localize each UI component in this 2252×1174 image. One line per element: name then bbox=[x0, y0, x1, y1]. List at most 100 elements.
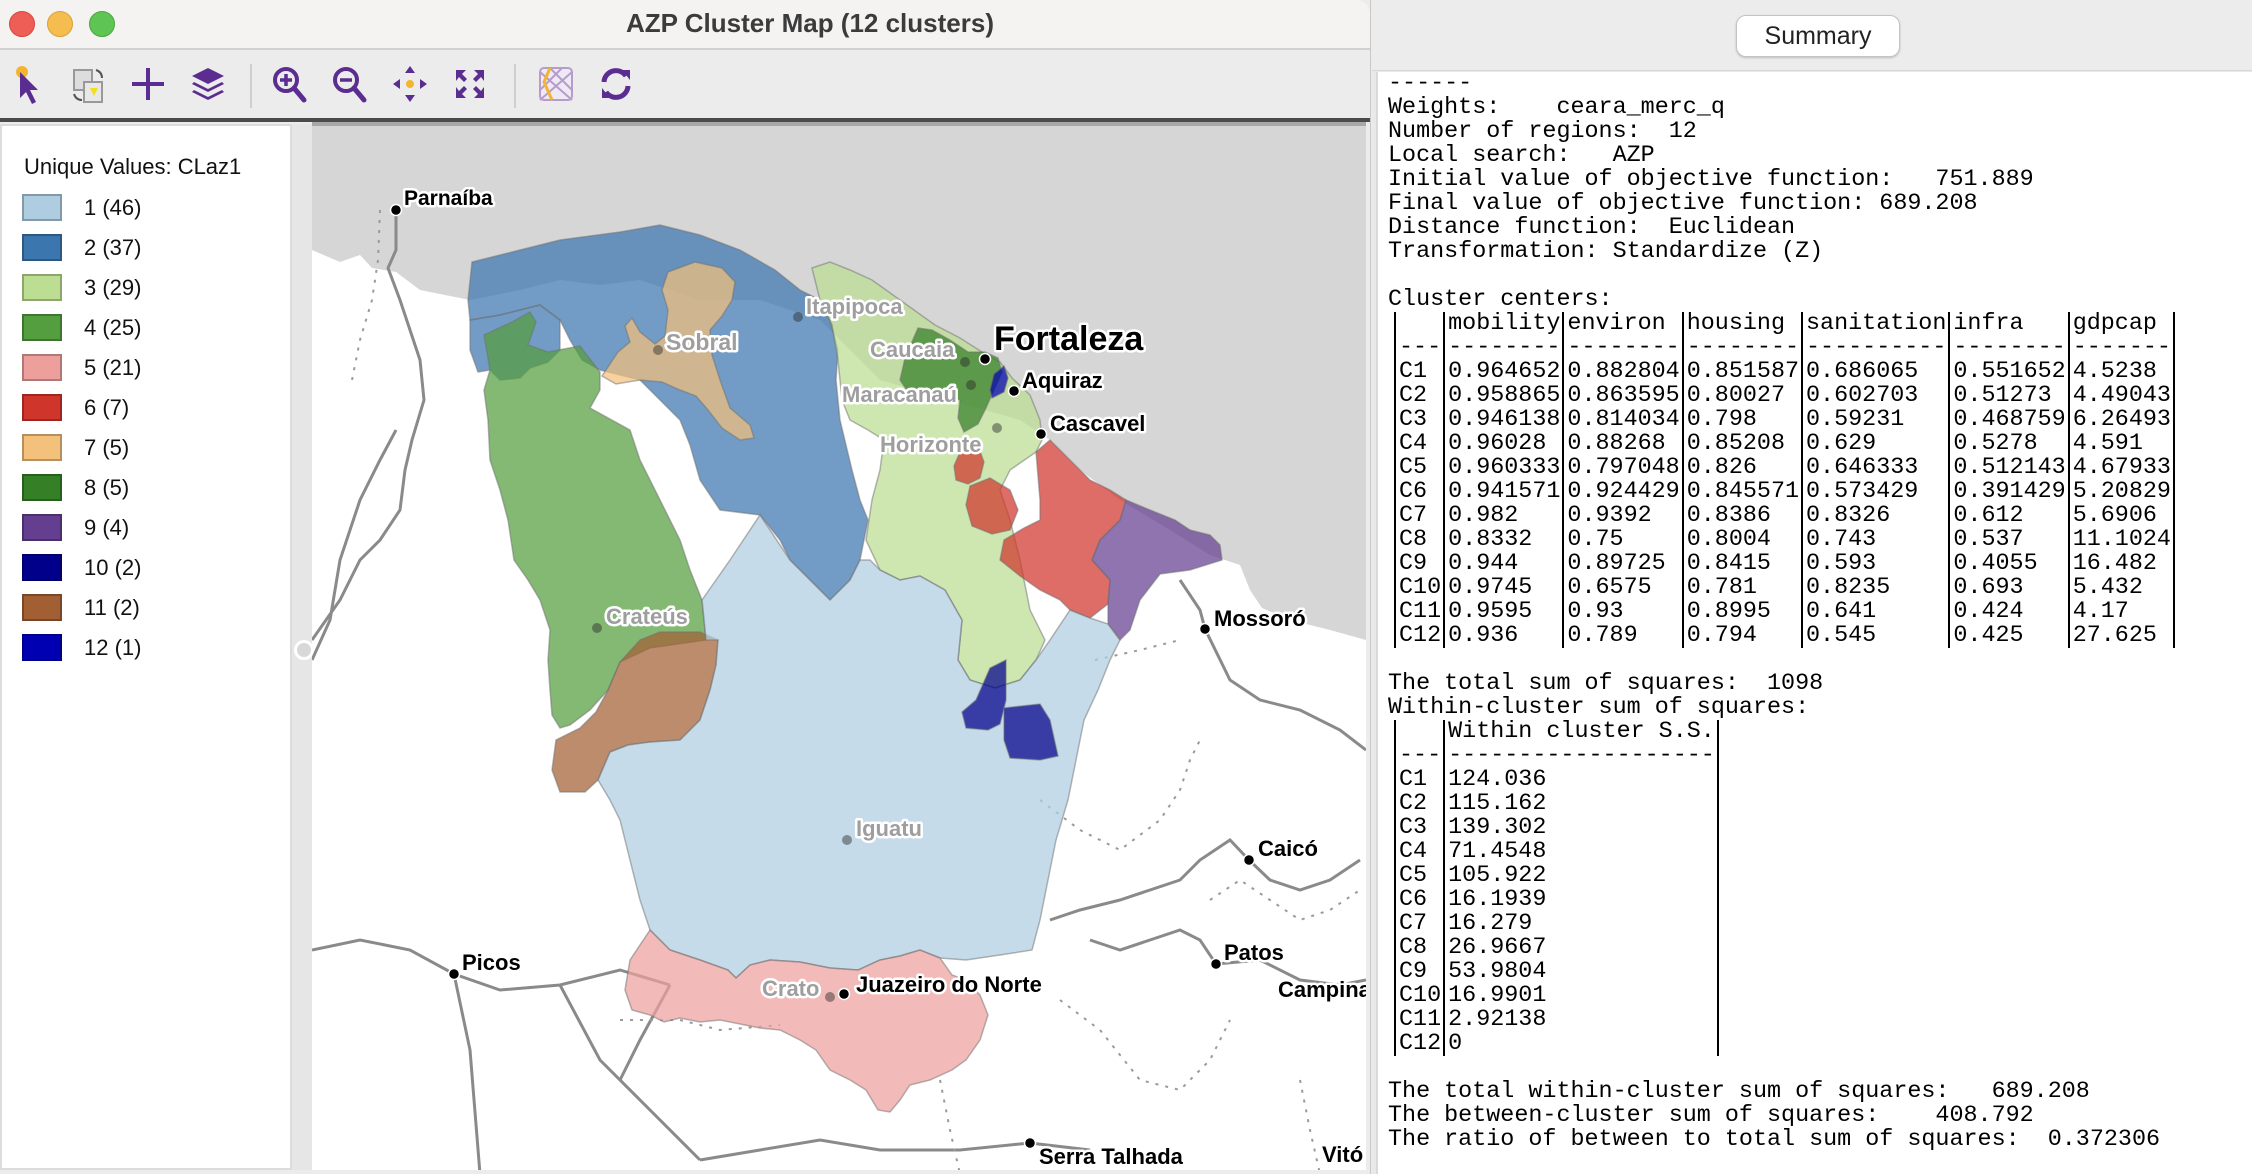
legend-swatch bbox=[22, 594, 62, 621]
table-cell: 0.845571 bbox=[1681, 480, 1803, 504]
table-cell: 4.5238 bbox=[2067, 360, 2175, 384]
legend-item-cluster-10[interactable]: 10 (2) bbox=[22, 554, 272, 584]
legend-item-cluster-9[interactable]: 9 (4) bbox=[22, 514, 272, 544]
legend-item-cluster-2[interactable]: 2 (37) bbox=[22, 234, 272, 264]
summary-header-line bbox=[1388, 264, 2252, 288]
table-cell: C11 bbox=[1393, 600, 1445, 624]
table-cell: 0.629 bbox=[1801, 432, 1950, 456]
table-cell: 0.686065 bbox=[1801, 360, 1950, 384]
city-label-picos: Picos bbox=[462, 950, 521, 975]
table-cell: 4.49043 bbox=[2067, 384, 2175, 408]
legend-item-cluster-11[interactable]: 11 (2) bbox=[22, 594, 272, 624]
table-cell: environ bbox=[1562, 312, 1683, 336]
table-cell: 27.625 bbox=[2067, 624, 2175, 648]
pan-icon bbox=[393, 66, 427, 102]
cluster-centers-table: mobility environ housing sanitation infra gdp… bbox=[1393, 312, 2175, 648]
selection-shape-button[interactable] bbox=[66, 62, 110, 106]
panel-splitter[interactable] bbox=[292, 124, 314, 1170]
legend-item-cluster-7[interactable]: 7 (5) bbox=[22, 434, 272, 464]
legend-swatch bbox=[22, 274, 62, 301]
legend-item-cluster-6[interactable]: 6 (7) bbox=[22, 394, 272, 424]
table-cell: 0.391429 bbox=[1948, 480, 2069, 504]
table-cell: 0.743 bbox=[1801, 528, 1950, 552]
table-row: C4 0.96028 0.88268 0.85208 0.629 0.5278 4.591 bbox=[1393, 432, 2175, 456]
table-cell: 0.863595 bbox=[1562, 384, 1683, 408]
table-cell: C2 bbox=[1393, 384, 1445, 408]
table-row: C10 16.9901 bbox=[1393, 984, 1719, 1008]
summary-text-area[interactable]: ------ Weights: ceara_merc_q Number of reg… bbox=[1376, 72, 2252, 1174]
legend-label: 1 (46) bbox=[84, 195, 142, 220]
summary-header-line: Weights: ceara_merc_q bbox=[1388, 95, 1725, 121]
legend-item-cluster-8[interactable]: 8 (5) bbox=[22, 474, 272, 504]
select-tool-button[interactable] bbox=[6, 62, 50, 106]
table-cell: C6 bbox=[1393, 480, 1445, 504]
table-cell: C12 bbox=[1393, 624, 1445, 648]
legend-item-cluster-4[interactable]: 4 (25) bbox=[22, 314, 272, 344]
table-cell: ---------- bbox=[1801, 336, 1950, 360]
pan-button[interactable] bbox=[388, 62, 432, 106]
add-button[interactable] bbox=[126, 62, 170, 106]
legend-item-cluster-5[interactable]: 5 (21) bbox=[22, 354, 272, 384]
splitter-handle[interactable] bbox=[294, 640, 314, 660]
toolbar-separator bbox=[514, 64, 516, 108]
city-label-sobral: Sobral bbox=[666, 329, 738, 355]
table-cell: 0.93 bbox=[1562, 600, 1683, 624]
legend-label: 9 (4) bbox=[84, 515, 130, 540]
table-cell: 0.924429 bbox=[1562, 480, 1683, 504]
table-cell: C7 bbox=[1393, 912, 1445, 936]
table-cell: 0.537 bbox=[1948, 528, 2069, 552]
table-row: C7 16.279 bbox=[1393, 912, 1719, 936]
summary-header-line: Distance function: Euclidean bbox=[1388, 215, 1796, 241]
table-cell: 5.6906 bbox=[2067, 504, 2175, 528]
city-label-crateus: Crateús bbox=[606, 604, 688, 629]
city-label-cascavel: Cascavel bbox=[1050, 411, 1145, 436]
legend-item-cluster-3[interactable]: 3 (29) bbox=[22, 274, 272, 304]
legend-label: 5 (21) bbox=[84, 355, 142, 380]
table-cell: C10 bbox=[1393, 576, 1445, 600]
city-label-mossoro: Mossoró bbox=[1214, 606, 1306, 631]
table-cell: 0.89725 bbox=[1562, 552, 1683, 576]
basemap-icon bbox=[539, 67, 573, 101]
table-cell: infra bbox=[1948, 312, 2069, 336]
table-row: C5 105.922 bbox=[1393, 864, 1719, 888]
city-label-caico: Caicó bbox=[1258, 836, 1318, 861]
total-ss-line: The total sum of squares: 1098 bbox=[1388, 671, 1824, 697]
layers-button[interactable] bbox=[186, 62, 230, 106]
basemap-button[interactable] bbox=[534, 62, 578, 106]
table-cell: 53.9804 bbox=[1443, 960, 1719, 984]
zoom-in-button[interactable] bbox=[268, 62, 312, 106]
legend-item-cluster-1[interactable]: 1 (46) bbox=[22, 194, 272, 224]
summary-tab[interactable]: Summary bbox=[1736, 15, 1900, 57]
map-canvas[interactable]: Parnaíba Sobral Itapipoca Caucaia Fortaleza A… bbox=[312, 122, 1366, 1170]
table-row: C6 0.941571 0.924429 0.845571 0.573429 0.3914… bbox=[1393, 480, 2175, 504]
table-cell: 0.958865 bbox=[1443, 384, 1564, 408]
city-marker-fortaleza bbox=[978, 352, 992, 366]
table-cell: 11.1024 bbox=[2067, 528, 2175, 552]
table-row: C12 0 bbox=[1393, 1032, 1719, 1056]
table-cell: C1 bbox=[1393, 768, 1445, 792]
table-cell: 0.593 bbox=[1801, 552, 1950, 576]
table-cell: C6 bbox=[1393, 888, 1445, 912]
zoom-out-button[interactable] bbox=[328, 62, 372, 106]
full-extent-button[interactable] bbox=[448, 62, 492, 106]
cluster-map[interactable]: Parnaíba Sobral Itapipoca Caucaia Fortaleza A… bbox=[312, 126, 1366, 1170]
city-label-iguatu: Iguatu bbox=[856, 816, 922, 841]
refresh-button[interactable] bbox=[594, 62, 638, 106]
table-cell: 0.982 bbox=[1443, 504, 1564, 528]
table-cell: 0.851587 bbox=[1681, 360, 1803, 384]
table-cell: C3 bbox=[1393, 408, 1445, 432]
table-cell: 6.26493 bbox=[2067, 408, 2175, 432]
city-marker-iguatu bbox=[842, 835, 852, 845]
window-title: AZP Cluster Map (12 clusters) bbox=[626, 8, 994, 38]
table-cell: 16.279 bbox=[1443, 912, 1719, 936]
summary-header-line: Final value of objective function: 689.2… bbox=[1388, 191, 1978, 217]
table-cell: 0.964652 bbox=[1443, 360, 1564, 384]
legend-item-cluster-12[interactable]: 12 (1) bbox=[22, 634, 272, 664]
table-cell: C12 bbox=[1393, 1032, 1445, 1056]
table-row: C5 0.960333 0.797048 0.826 0.646333 0.512143 4… bbox=[1393, 456, 2175, 480]
table-cell: 0.946138 bbox=[1443, 408, 1564, 432]
table-row: C12 0.936 0.789 0.794 0.545 0.425 27.625 bbox=[1393, 624, 2175, 648]
legend-label: 7 (5) bbox=[84, 435, 130, 460]
city-marker-parnaiba bbox=[389, 203, 403, 217]
table-cell: 0.794 bbox=[1681, 624, 1803, 648]
